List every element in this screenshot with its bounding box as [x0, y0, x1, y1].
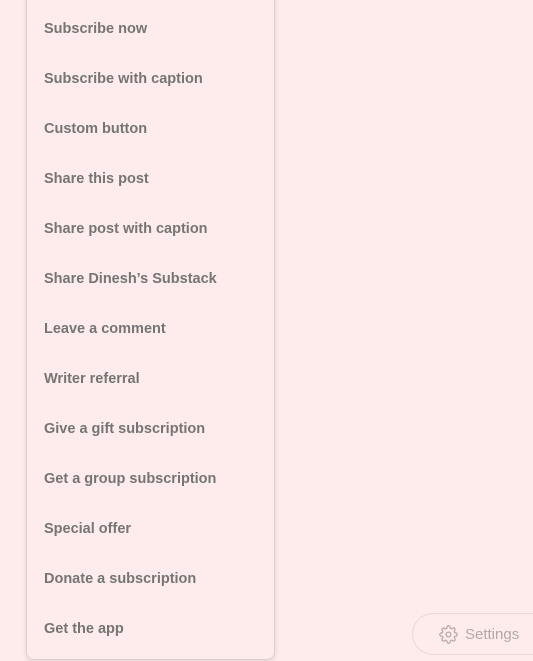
- menu-item-subscribe-now[interactable]: Subscribe now: [27, 4, 274, 54]
- menu-item-donate-subscription[interactable]: Donate a subscription: [27, 554, 274, 604]
- menu-item-share-this-post[interactable]: Share this post: [27, 154, 274, 204]
- menu-item-gift-subscription[interactable]: Give a gift subscription: [27, 404, 274, 454]
- menu-item-writer-referral[interactable]: Writer referral: [27, 354, 274, 404]
- menu-item-subscribe-with-caption[interactable]: Subscribe with caption: [27, 54, 274, 104]
- menu-item-special-offer[interactable]: Special offer: [27, 504, 274, 554]
- gear-icon: [439, 624, 458, 644]
- menu-item-custom-button[interactable]: Custom button: [27, 104, 274, 154]
- settings-label: Settings: [465, 625, 520, 643]
- menu-item-share-post-with-caption[interactable]: Share post with caption: [27, 204, 274, 254]
- button-type-menu: Subscribe now Subscribe with caption Cus…: [26, 0, 275, 660]
- settings-button[interactable]: Settings: [412, 613, 533, 655]
- page: Subscribe now Subscribe with caption Cus…: [0, 0, 533, 661]
- menu-item-group-subscription[interactable]: Get a group subscription: [27, 454, 274, 504]
- menu-item-share-substack[interactable]: Share Dinesh’s Substack: [27, 254, 274, 304]
- menu-item-get-the-app[interactable]: Get the app: [27, 604, 274, 654]
- menu-item-leave-a-comment[interactable]: Leave a comment: [27, 304, 274, 354]
